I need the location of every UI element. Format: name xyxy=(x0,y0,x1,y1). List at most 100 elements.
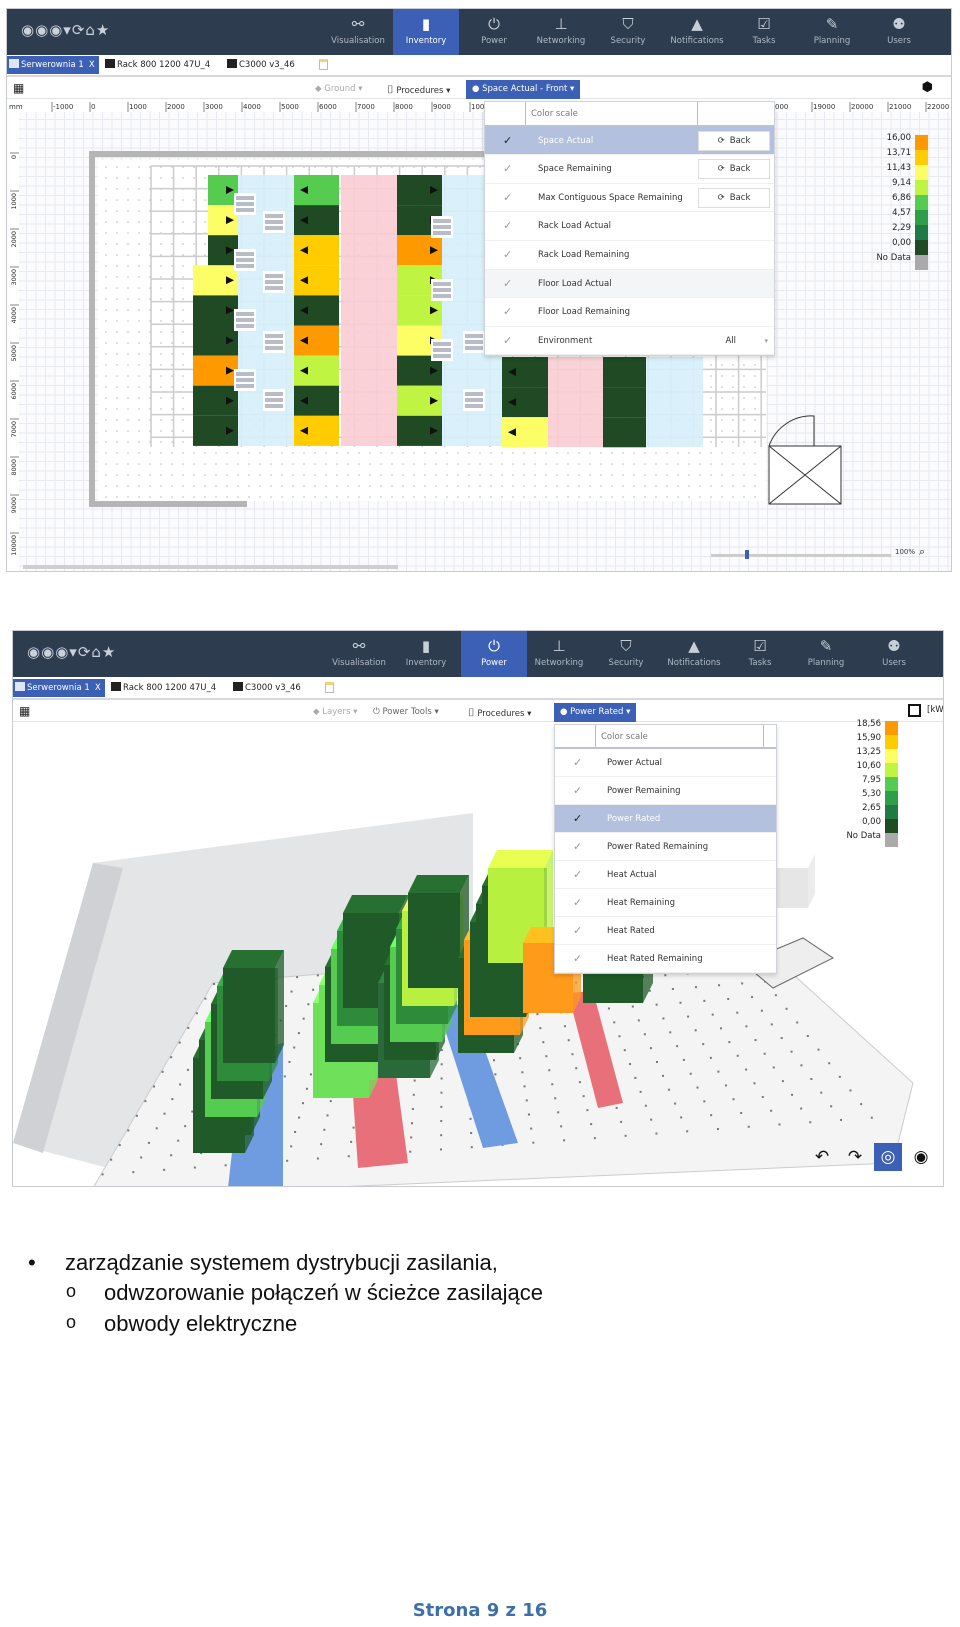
nav-networking[interactable]: ⊥ Networking xyxy=(526,631,592,677)
nav-tasks[interactable]: ☑ Tasks xyxy=(731,9,797,55)
nav-networking[interactable]: ⊥ Networking xyxy=(528,9,594,55)
zoom-search-icon[interactable]: ⌕ xyxy=(919,545,925,559)
tile-dot xyxy=(435,474,437,476)
layers-dropdown[interactable]: ◆ Layers ▾ xyxy=(313,703,357,722)
tab-1[interactable]: Serwerownia 1 X xyxy=(13,679,105,697)
menu-item-power-actual[interactable]: ✓ Power Actual xyxy=(555,749,776,777)
tile-dot xyxy=(589,463,591,465)
tab-2[interactable]: Rack 800 1200 47U_4 xyxy=(103,56,214,74)
nav-inventory[interactable]: ▮ Inventory xyxy=(393,631,459,677)
home-icon[interactable]: ⌂ xyxy=(91,643,102,661)
tile-dot xyxy=(655,485,657,487)
back-button[interactable]: ⟳ Back xyxy=(698,159,770,180)
nav-visualisation[interactable]: ⚯ Visualisation xyxy=(326,631,392,677)
tab-3[interactable]: C3000 v3_46 xyxy=(225,56,299,74)
menu-item-heat-remaining[interactable]: ✓ Heat Remaining xyxy=(555,889,776,917)
nav-notifications[interactable]: ▲ Notifications xyxy=(664,9,730,55)
home-icon[interactable]: ⌂ xyxy=(85,21,96,39)
menu-item-heat-rated-remaining[interactable]: ✓ Heat Rated Remaining xyxy=(555,945,776,973)
tile-dot xyxy=(171,342,173,344)
star-icon[interactable]: ★ xyxy=(96,21,110,39)
grid-menu-icon[interactable]: ▦ xyxy=(19,704,30,718)
tile-dot xyxy=(312,988,315,991)
up-icon[interactable]: ◉▾ xyxy=(55,643,78,661)
menu-item-space-remaining[interactable]: ✓ Space Remaining ⟳ Back xyxy=(485,155,774,184)
nav-inventory[interactable]: ▮ Inventory xyxy=(393,9,459,55)
nav-tasks[interactable]: ☑ Tasks xyxy=(727,631,793,677)
nav-planning[interactable]: ✎ Planning xyxy=(793,631,859,677)
tab-2[interactable]: Rack 800 1200 47U_4 xyxy=(109,679,220,697)
back-icon[interactable]: ◉ xyxy=(27,643,41,661)
tile-dot xyxy=(754,419,756,421)
chevron-down-icon[interactable]: ▾ xyxy=(764,327,768,356)
tile-dot xyxy=(195,1012,198,1015)
tile-dot xyxy=(105,474,107,476)
grid-menu-icon[interactable]: ▦ xyxy=(13,81,24,95)
nav-users[interactable]: ⚉ Users xyxy=(861,631,927,677)
forward-icon[interactable]: ◉ xyxy=(41,643,55,661)
eye-rotate-icon[interactable]: ◉ xyxy=(907,1143,935,1171)
refresh-icon[interactable]: ⟳ xyxy=(72,21,86,39)
tile-dot xyxy=(105,485,107,487)
procedures-dropdown[interactable]: ⌷ Procedures ▾ xyxy=(387,80,450,99)
refresh-icon[interactable]: ⟳ xyxy=(78,643,92,661)
horizontal-scrollbar[interactable] xyxy=(23,565,398,569)
tile-dot xyxy=(259,463,261,465)
close-tab-button[interactable]: X xyxy=(89,60,95,70)
zoom-slider-handle[interactable] xyxy=(745,550,749,559)
orbit-icon[interactable]: ◎ xyxy=(874,1143,902,1171)
nav-power[interactable]: ⏻ Power xyxy=(461,631,527,677)
back-button[interactable]: ⟳ Back xyxy=(698,187,770,208)
tile-dot xyxy=(545,485,547,487)
power-tools-dropdown[interactable]: ⏻ Power Tools ▾ xyxy=(373,703,439,722)
tile-dot xyxy=(138,177,140,179)
tile-dot xyxy=(402,485,404,487)
procedures-dropdown[interactable]: ⌷ Procedures ▾ xyxy=(468,703,531,722)
ground-dropdown[interactable]: ◆ Ground ▾ xyxy=(315,80,362,99)
tile-dot xyxy=(539,1027,542,1030)
menu-item-rack-load-actual[interactable]: ✓ Rack Load Actual xyxy=(485,212,774,241)
back-icon[interactable]: ◉ xyxy=(21,21,35,39)
menu-item-environment[interactable]: ✓ Environment All ▾ xyxy=(485,327,774,356)
color-mode-dropdown[interactable]: ● Power Rated ▾ xyxy=(554,703,637,722)
menu-item-floor-load-actual[interactable]: ✓ Floor Load Actual xyxy=(485,269,774,299)
rotate-right-icon[interactable]: ↷ xyxy=(841,1143,869,1171)
menu-item-space-actual[interactable]: ✓ Space Actual ⟳ Back xyxy=(485,126,774,156)
tile-dot xyxy=(446,474,448,476)
menu-item-max-contiguous-space-remaining[interactable]: ✓ Max Contiguous Space Remaining ⟳ Back xyxy=(485,184,774,213)
nav-power[interactable]: ⏻ Power xyxy=(461,9,527,55)
menu-item-label: Heat Remaining xyxy=(607,898,675,908)
rotate-left-icon[interactable]: ↶ xyxy=(808,1143,836,1171)
menu-item-power-rated-remaining[interactable]: ✓ Power Rated Remaining xyxy=(555,833,776,861)
close-tab-button[interactable]: X xyxy=(95,683,101,693)
tab-3[interactable]: C3000 v3_46 xyxy=(231,679,305,697)
menu-item-floor-load-remaining[interactable]: ✓ Floor Load Remaining xyxy=(485,298,774,327)
up-icon[interactable]: ◉▾ xyxy=(49,21,72,39)
color-mode-dropdown[interactable]: ● Space Actual - Front ▾ xyxy=(466,80,581,99)
nav-users[interactable]: ⚉ Users xyxy=(866,9,932,55)
nav-planning[interactable]: ✎ Planning xyxy=(799,9,865,55)
menu-item-heat-actual[interactable]: ✓ Heat Actual xyxy=(555,861,776,889)
zoom-slider[interactable] xyxy=(711,554,891,557)
3d-canvas[interactable] xyxy=(13,723,943,1186)
floor-plan-canvas[interactable]: mm -1000 0 1000 2000 3000 4000 5000 6000 7000 8000… xyxy=(7,100,951,571)
nav-security[interactable]: ⛉ Security xyxy=(593,631,659,677)
3d-view-icon[interactable]: ⬢ xyxy=(922,80,933,95)
menu-item-rack-load-remaining[interactable]: ✓ Rack Load Remaining xyxy=(485,241,774,270)
device-line xyxy=(433,354,451,358)
menu-item-heat-rated[interactable]: ✓ Heat Rated xyxy=(555,917,776,945)
tab-1[interactable]: Serwerownia 1 X xyxy=(7,56,99,74)
tile-dot xyxy=(810,1078,813,1080)
nav-notifications[interactable]: ▲ Notifications xyxy=(661,631,727,677)
menu-item-power-rated[interactable]: ✓ Power Rated xyxy=(555,805,776,833)
menu-item-power-remaining[interactable]: ✓ Power Remaining xyxy=(555,777,776,805)
tile-dot xyxy=(105,419,107,421)
nav-visualisation[interactable]: ⚯ Visualisation xyxy=(325,9,391,55)
back-button[interactable]: ⟳ Back xyxy=(698,130,770,151)
tile-dot xyxy=(105,232,107,234)
forward-icon[interactable]: ◉ xyxy=(35,21,49,39)
tile-dot xyxy=(674,1102,677,1105)
star-icon[interactable]: ★ xyxy=(102,643,116,661)
tile-dot xyxy=(806,1035,809,1038)
nav-security[interactable]: ⛉ Security xyxy=(595,9,661,55)
